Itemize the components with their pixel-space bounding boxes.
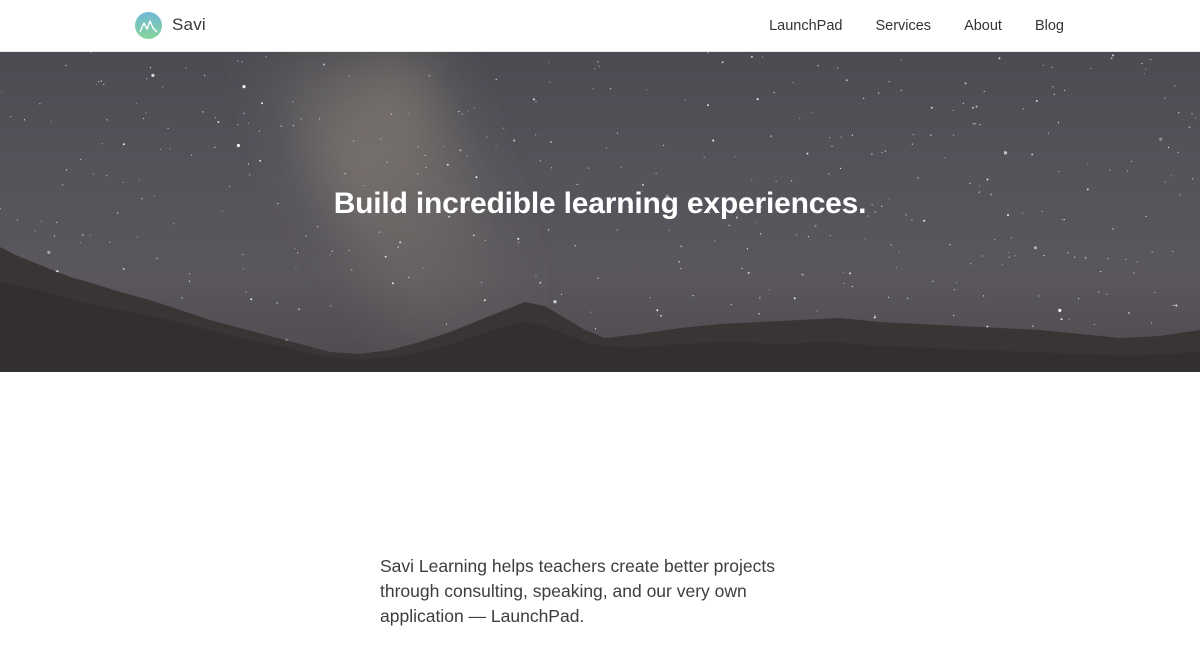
hero-headline: Build incredible learning experiences. xyxy=(333,187,867,220)
savi-logo-icon xyxy=(135,11,162,39)
nav-link-about[interactable]: About xyxy=(964,17,1002,35)
intro-paragraph: Savi Learning helps teachers create bett… xyxy=(380,556,775,626)
nav-link-launchpad[interactable]: LaunchPad xyxy=(769,17,842,35)
hero-banner: Build incredible learning experiences. xyxy=(0,52,1200,372)
nav-link-blog[interactable]: Blog xyxy=(1035,17,1064,35)
top-navigation-bar: Savi LaunchPad Services About Blog xyxy=(0,0,1200,52)
brand-home-link[interactable]: Savi xyxy=(135,11,206,39)
nav-link-services[interactable]: Services xyxy=(875,17,931,35)
brand-name: Savi xyxy=(172,15,206,34)
main-nav: LaunchPad Services About Blog xyxy=(769,17,1064,35)
